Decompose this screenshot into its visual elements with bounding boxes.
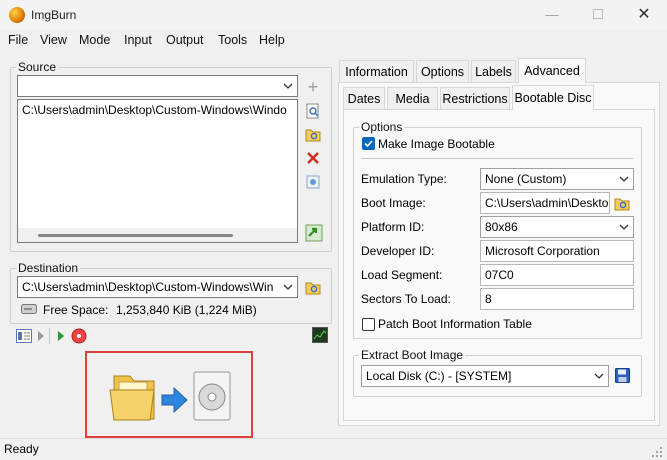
add-file-icon[interactable]: + xyxy=(305,78,321,96)
calculate-icon[interactable] xyxy=(305,174,321,190)
make-bootable-checkbox[interactable] xyxy=(362,137,375,150)
play-icon[interactable] xyxy=(37,331,45,341)
save-icon[interactable] xyxy=(615,368,630,383)
chevron-down-icon xyxy=(283,83,293,89)
boot-image-field[interactable]: C:\Users\admin\Deskto xyxy=(480,192,610,214)
sectors-to-load-value: 8 xyxy=(485,292,492,306)
emulation-type-select[interactable]: None (Custom) xyxy=(480,168,634,190)
folder-icon xyxy=(109,375,155,421)
build-mode-illustration[interactable] xyxy=(108,368,248,424)
tab-information[interactable]: Information xyxy=(339,60,414,82)
tab-join xyxy=(513,108,593,110)
status-text: Ready xyxy=(4,442,39,456)
disc-image-icon xyxy=(193,371,231,421)
tab-media[interactable]: Media xyxy=(387,87,438,109)
extract-drive-value: Local Disk (C:) - [SYSTEM] xyxy=(366,369,512,383)
options-divider xyxy=(361,158,633,159)
extract-boot-image-label: Extract Boot Image xyxy=(359,348,466,362)
boot-image-label: Boot Image: xyxy=(361,196,426,210)
emulation-type-label: Emulation Type: xyxy=(361,172,447,186)
arrow-right-icon xyxy=(161,386,188,414)
horizontal-scrollbar[interactable] xyxy=(18,228,297,242)
scrollbar-thumb[interactable] xyxy=(38,234,233,237)
destination-combo[interactable]: C:\Users\admin\Desktop\Custom-Windows\Wi… xyxy=(17,276,298,298)
chevron-down-icon xyxy=(619,224,629,230)
maximize-icon xyxy=(593,9,603,19)
developer-id-value: Microsoft Corporation xyxy=(485,244,600,258)
tab-bootable-disc[interactable]: Bootable Disc xyxy=(512,85,594,110)
close-button[interactable]: ✕ xyxy=(624,4,664,26)
imgburn-logo-icon xyxy=(9,7,25,23)
patch-boot-table-checkbox[interactable] xyxy=(362,318,375,331)
menu-tools[interactable]: Tools xyxy=(218,33,247,47)
source-file-list[interactable]: C:\Users\admin\Desktop\Custom-Windows\Wi… xyxy=(17,99,298,243)
patch-boot-table-label[interactable]: Patch Boot Information Table xyxy=(378,317,532,331)
source-combo[interactable] xyxy=(17,75,298,97)
tab-dates[interactable]: Dates xyxy=(343,87,385,109)
sectors-to-load-label: Sectors To Load: xyxy=(361,292,451,306)
browse-file-icon[interactable] xyxy=(305,103,321,119)
load-segment-value: 07C0 xyxy=(485,268,514,282)
log-window-icon[interactable] xyxy=(16,329,32,343)
free-space-value: 1,253,840 KiB (1,224 MiB) xyxy=(116,303,257,317)
list-item[interactable]: C:\Users\admin\Desktop\Custom-Windows\Wi… xyxy=(22,103,296,117)
graph-data-icon[interactable] xyxy=(312,327,328,343)
chevron-down-icon xyxy=(283,284,293,290)
status-bar xyxy=(0,438,667,460)
platform-id-label: Platform ID: xyxy=(361,220,425,234)
chevron-down-icon xyxy=(594,373,604,379)
destination-label: Destination xyxy=(16,261,81,275)
maximize-button[interactable] xyxy=(578,4,618,26)
platform-id-select[interactable]: 80x86 xyxy=(480,216,634,238)
make-bootable-label[interactable]: Make Image Bootable xyxy=(378,137,495,151)
load-segment-label: Load Segment: xyxy=(361,268,443,282)
extract-drive-select[interactable]: Local Disk (C:) - [SYSTEM] xyxy=(361,365,609,387)
menu-output[interactable]: Output xyxy=(166,33,204,47)
tab-restrictions[interactable]: Restrictions xyxy=(440,87,510,109)
tab-options[interactable]: Options xyxy=(416,60,469,82)
minimize-button[interactable]: — xyxy=(532,4,572,26)
destination-combo-value: C:\Users\admin\Desktop\Custom-Windows\Wi… xyxy=(22,280,274,294)
chevron-down-icon xyxy=(619,176,629,182)
drive-icon xyxy=(21,304,37,314)
toolbar-divider xyxy=(49,328,50,344)
remove-icon[interactable] xyxy=(305,150,321,166)
source-label: Source xyxy=(16,60,59,74)
menu-mode[interactable]: Mode xyxy=(79,33,110,47)
disc-burn-icon[interactable] xyxy=(71,328,87,344)
window-title: ImgBurn xyxy=(31,8,77,22)
browse-boot-image-icon[interactable] xyxy=(614,195,630,211)
menu-input[interactable]: Input xyxy=(124,33,152,47)
platform-id-value: 80x86 xyxy=(485,220,518,234)
developer-id-label: Developer ID: xyxy=(361,244,435,258)
emulation-type-value: None (Custom) xyxy=(485,172,567,186)
menu-help[interactable]: Help xyxy=(259,33,285,47)
developer-id-field[interactable]: Microsoft Corporation xyxy=(480,240,634,262)
resize-grip-icon[interactable] xyxy=(651,446,663,458)
sectors-to-load-field[interactable]: 8 xyxy=(480,288,634,310)
tab-labels[interactable]: Labels xyxy=(471,60,516,82)
free-space-label: Free Space: xyxy=(43,303,109,317)
browse-folder-icon[interactable] xyxy=(305,126,321,142)
tab-advanced[interactable]: Advanced xyxy=(518,58,586,83)
browse-destination-icon[interactable] xyxy=(305,279,321,295)
options-group-label: Options xyxy=(359,120,405,134)
menu-file[interactable]: File xyxy=(8,33,28,47)
menu-view[interactable]: View xyxy=(40,33,67,47)
checkmark-icon xyxy=(364,140,373,148)
load-segment-field[interactable]: 07C0 xyxy=(480,264,634,286)
build-arrow-icon[interactable] xyxy=(305,224,323,242)
boot-image-value: C:\Users\admin\Deskto xyxy=(485,196,609,210)
start-icon[interactable] xyxy=(57,331,65,341)
